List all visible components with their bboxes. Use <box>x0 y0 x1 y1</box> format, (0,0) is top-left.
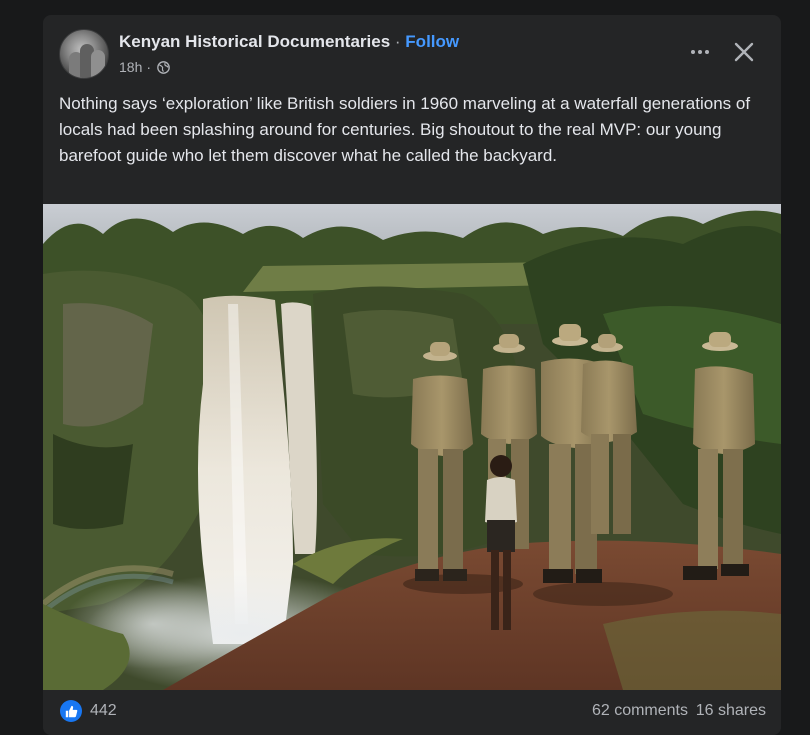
post-timestamp[interactable]: 18h <box>119 59 142 75</box>
more-dots-icon[interactable] <box>682 37 718 67</box>
like-icon[interactable] <box>60 700 82 722</box>
globe-icon[interactable] <box>157 60 170 74</box>
dot <box>705 50 709 54</box>
post-caption: Nothing says ‘exploration’ like British … <box>59 94 751 165</box>
shares-count[interactable]: 16 shares <box>696 702 766 720</box>
page-title-line: Kenyan Historical Documentaries · Follow <box>119 32 459 52</box>
follow-button[interactable]: Follow <box>405 32 459 51</box>
dot <box>698 50 702 54</box>
meta-separator: · <box>146 59 152 75</box>
post-photo[interactable] <box>43 204 781 690</box>
comments-count[interactable]: 62 comments <box>592 702 688 720</box>
post-card: Kenyan Historical Documentaries · Follow… <box>43 15 781 735</box>
reactions-bar: 442 62 comments 16 shares <box>43 690 781 735</box>
post-header: Kenyan Historical Documentaries · Follow… <box>43 15 781 91</box>
avatar-figure <box>91 50 105 78</box>
title-separator: · <box>394 32 401 51</box>
post-meta: 18h · <box>119 59 170 75</box>
reaction-count[interactable]: 442 <box>90 702 117 720</box>
page-name-link[interactable]: Kenyan Historical Documentaries <box>119 32 390 51</box>
close-icon[interactable] <box>727 35 761 69</box>
page-avatar[interactable] <box>59 29 109 79</box>
dot <box>691 50 695 54</box>
